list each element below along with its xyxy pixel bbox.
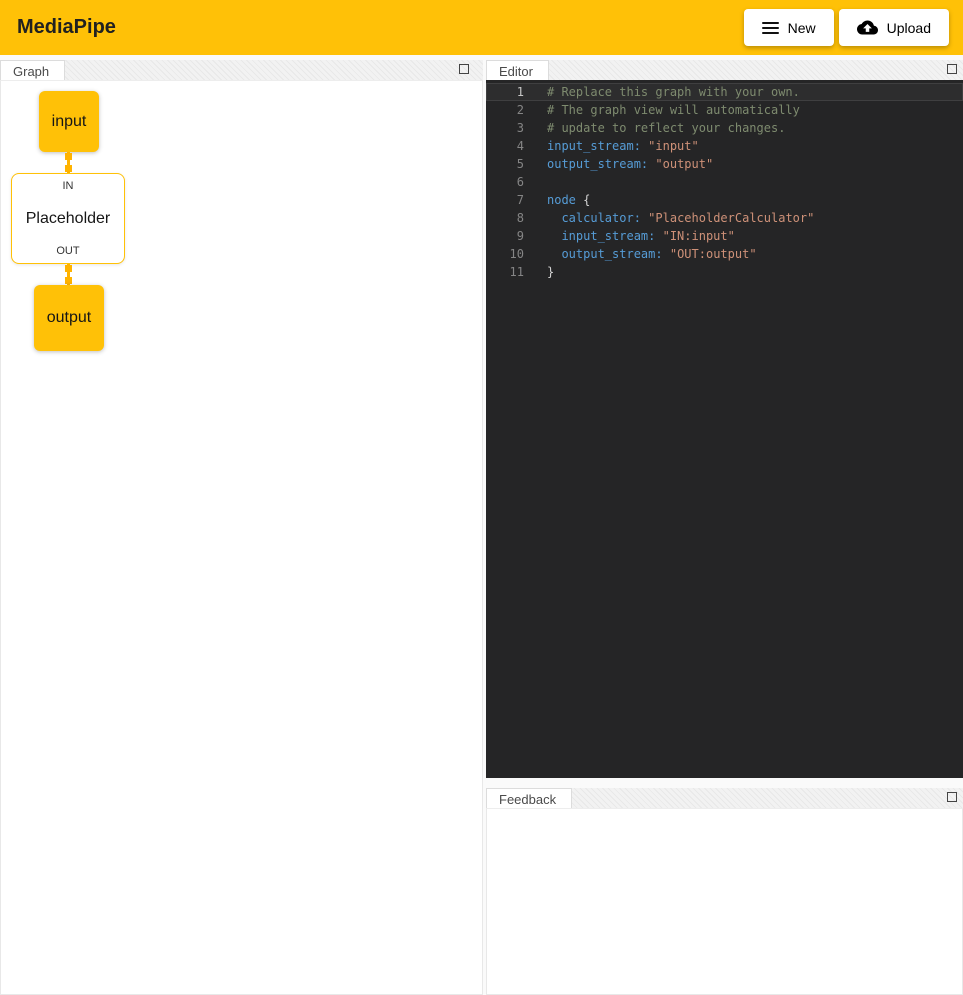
line-number: 10: [486, 245, 524, 263]
tab-editor[interactable]: Editor: [486, 60, 549, 80]
code-line[interactable]: 9 input_stream: "IN:input": [486, 227, 963, 245]
graph-maximize-icon[interactable]: [459, 64, 469, 74]
feedback-panel-strip: Feedback: [486, 788, 963, 808]
graph-canvas[interactable]: input IN Placeholder OUT output: [0, 80, 483, 995]
code-line[interactable]: 11}: [486, 263, 963, 281]
graph-node-placeholder-label: Placeholder: [26, 210, 111, 228]
app-header: MediaPipe New Upload: [0, 0, 963, 55]
editor-panel-strip: Editor: [486, 60, 963, 80]
tab-graph[interactable]: Graph: [0, 60, 65, 80]
graph-port: [65, 165, 72, 172]
line-number: 8: [486, 209, 524, 227]
code-line[interactable]: 2# The graph view will automatically: [486, 101, 963, 119]
code-line[interactable]: 6: [486, 173, 963, 191]
line-number: 11: [486, 263, 524, 281]
placeholder-in-port-label: IN: [63, 180, 74, 192]
feedback-area[interactable]: [486, 808, 963, 995]
editor-maximize-icon[interactable]: [947, 64, 957, 74]
upload-button[interactable]: Upload: [839, 9, 949, 46]
line-number: 4: [486, 137, 524, 155]
new-button-label: New: [788, 20, 816, 36]
graph-node-output-label: output: [47, 309, 91, 327]
graph-port: [65, 277, 72, 284]
graph-node-output[interactable]: output: [34, 285, 104, 351]
code-editor[interactable]: 1# Replace this graph with your own.2# T…: [486, 80, 963, 778]
header-buttons: New Upload: [744, 9, 949, 46]
cloud-upload-icon: [857, 17, 878, 38]
graph-port: [65, 153, 72, 160]
line-number: 9: [486, 227, 524, 245]
line-number: 1: [486, 83, 524, 101]
code-line[interactable]: 1# Replace this graph with your own.: [486, 83, 963, 101]
upload-button-label: Upload: [887, 20, 931, 36]
graph-panel-strip: Graph: [0, 60, 483, 80]
feedback-maximize-icon[interactable]: [947, 792, 957, 802]
line-number: 3: [486, 119, 524, 137]
graph-node-input[interactable]: input: [39, 91, 99, 152]
graph-panel: Graph input IN Placeholder OUT output: [0, 60, 483, 995]
line-number: 6: [486, 173, 524, 191]
code-line[interactable]: 4input_stream: "input": [486, 137, 963, 155]
line-number: 7: [486, 191, 524, 209]
editor-panel: Editor 1# Replace this graph with your o…: [486, 60, 963, 778]
graph-node-input-label: input: [52, 113, 87, 131]
code-line[interactable]: 7node {: [486, 191, 963, 209]
graph-node-placeholder[interactable]: IN Placeholder OUT: [11, 173, 125, 264]
app-title: MediaPipe: [17, 16, 116, 39]
tab-feedback[interactable]: Feedback: [486, 788, 572, 808]
feedback-panel: Feedback: [486, 788, 963, 995]
line-number: 2: [486, 101, 524, 119]
code-line[interactable]: 8 calculator: "PlaceholderCalculator": [486, 209, 963, 227]
code-lines: 1# Replace this graph with your own.2# T…: [486, 83, 963, 281]
new-button[interactable]: New: [744, 9, 834, 46]
new-graph-icon: [762, 22, 779, 34]
code-line[interactable]: 10 output_stream: "OUT:output": [486, 245, 963, 263]
code-line[interactable]: 3# update to reflect your changes.: [486, 119, 963, 137]
line-number: 5: [486, 155, 524, 173]
graph-port: [65, 265, 72, 272]
placeholder-out-port-label: OUT: [56, 245, 79, 257]
code-line[interactable]: 5output_stream: "output": [486, 155, 963, 173]
